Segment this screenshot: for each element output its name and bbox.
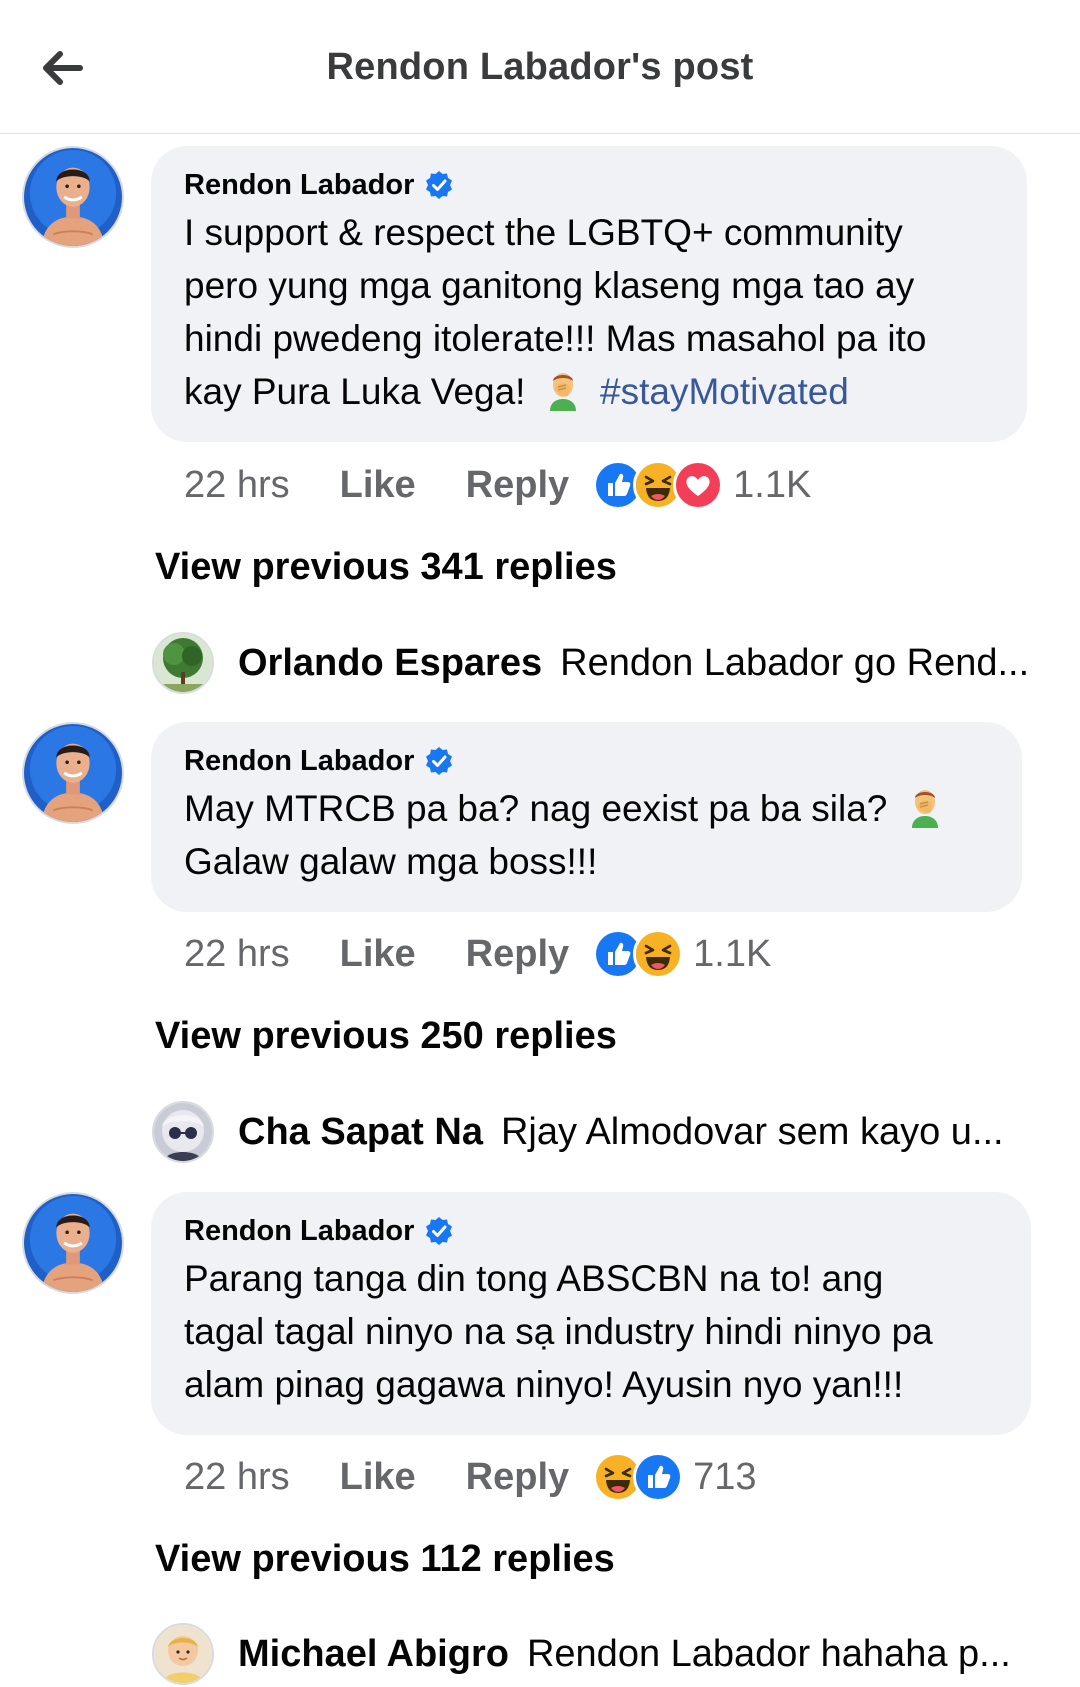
verified-badge-icon	[424, 170, 454, 200]
comment-text: Parang tanga din tong ABSCBN na to! ang …	[184, 1252, 999, 1411]
comment-author[interactable]: Rendon Labador	[184, 169, 414, 202]
like-button[interactable]: Like	[340, 464, 416, 507]
avatar[interactable]	[152, 1623, 214, 1685]
view-previous-replies[interactable]: View previous 112 replies	[155, 1538, 615, 1581]
verified-badge-icon	[424, 1216, 454, 1246]
page-title: Rendon Labador's post	[326, 46, 754, 88]
comment-time[interactable]: 22 hrs	[184, 1456, 290, 1499]
reply-preview[interactable]: Michael Abigro Rendon Labador hahaha p..…	[152, 1621, 1052, 1687]
love-reaction-icon	[673, 460, 724, 510]
reply-author[interactable]: Cha Sapat Na	[238, 1111, 483, 1154]
reactions-summary[interactable]	[593, 460, 724, 510]
avatar[interactable]	[152, 632, 214, 694]
view-previous-replies[interactable]: View previous 341 replies	[155, 546, 617, 589]
comment-author[interactable]: Rendon Labador	[184, 745, 414, 778]
comment-line: alam pinag gagawa ninyo! Ayusin nyo yan!…	[184, 1364, 904, 1405]
comment-line: kay Pura Luka Vega!	[184, 371, 526, 412]
comment-text: I support & respect the LGBTQ+ community…	[184, 206, 995, 418]
reply-preview[interactable]: Cha Sapat Na Rjay Almodovar sem kayo u..…	[152, 1099, 1052, 1165]
comment-bubble: Rendon Labador May MTRCB pa ba? nag eexi…	[151, 722, 1022, 912]
comment-meta: 22 hrs Like Reply 1.1K	[184, 459, 811, 511]
avatar[interactable]	[152, 1101, 214, 1163]
comment-text: May MTRCB pa ba? nag eexist pa ba sila? …	[184, 782, 990, 888]
verified-badge-icon	[424, 746, 454, 776]
comment-bubble: Rendon Labador I support & respect the L…	[151, 146, 1027, 442]
reply-author[interactable]: Orlando Espares	[238, 642, 542, 685]
reply-text: Rendon Labador go Rend...	[560, 641, 1030, 684]
comment-bubble: Rendon Labador Parang tanga din tong ABS…	[151, 1192, 1031, 1435]
hashtag-link[interactable]: #stayMotivated	[600, 371, 849, 412]
comment-line: hindi pwedeng itolerate!!! Mas masahol p…	[184, 318, 927, 359]
reply-button[interactable]: Reply	[466, 464, 569, 507]
avatar[interactable]	[22, 1192, 124, 1294]
reply-button[interactable]: Reply	[466, 933, 569, 976]
avatar[interactable]	[22, 722, 124, 824]
top-bar: Rendon Labador's post	[0, 0, 1080, 134]
like-button[interactable]: Like	[340, 1456, 416, 1499]
reply-text: Rjay Almodovar sem kayo u...	[500, 1110, 1004, 1153]
comment-meta: 22 hrs Like Reply 713	[184, 1451, 757, 1503]
comment-line: I support & respect the LGBTQ+ community	[184, 212, 903, 253]
comment-line: May MTRCB pa ba? nag eexist pa ba sila?	[184, 788, 888, 829]
reaction-count[interactable]: 713	[693, 1456, 756, 1499]
comment-time[interactable]: 22 hrs	[184, 464, 290, 507]
comment-author[interactable]: Rendon Labador	[184, 1215, 414, 1248]
reactions-summary[interactable]	[593, 929, 684, 979]
comment-meta: 22 hrs Like Reply 1.1K	[184, 928, 771, 980]
comment-line: Parang tanga din tong ABSCBN na to! ang	[184, 1258, 884, 1299]
facepalm-emoji-icon	[542, 369, 584, 411]
reply-preview[interactable]: Orlando Espares Rendon Labador go Rend..…	[152, 630, 1052, 696]
facepalm-emoji-icon	[904, 786, 946, 828]
reaction-count[interactable]: 1.1K	[693, 933, 771, 976]
comment-line: tagal tagal ninyo na sạ industry hindi n…	[184, 1311, 933, 1352]
reply-author[interactable]: Michael Abigro	[238, 1633, 509, 1676]
reactions-summary[interactable]	[593, 1452, 684, 1502]
like-button[interactable]: Like	[340, 933, 416, 976]
comment-time[interactable]: 22 hrs	[184, 933, 290, 976]
comment-line: pero yung mga ganitong klaseng mga tao a…	[184, 265, 915, 306]
view-previous-replies[interactable]: View previous 250 replies	[155, 1015, 617, 1058]
reply-button[interactable]: Reply	[466, 1456, 569, 1499]
avatar[interactable]	[22, 146, 124, 248]
like-reaction-icon	[633, 1452, 684, 1502]
haha-reaction-icon	[633, 929, 684, 979]
reply-text: Rendon Labador hahaha p...	[526, 1632, 1011, 1675]
reaction-count[interactable]: 1.1K	[733, 464, 811, 507]
comment-line: Galaw galaw mga boss!!!	[184, 841, 598, 882]
